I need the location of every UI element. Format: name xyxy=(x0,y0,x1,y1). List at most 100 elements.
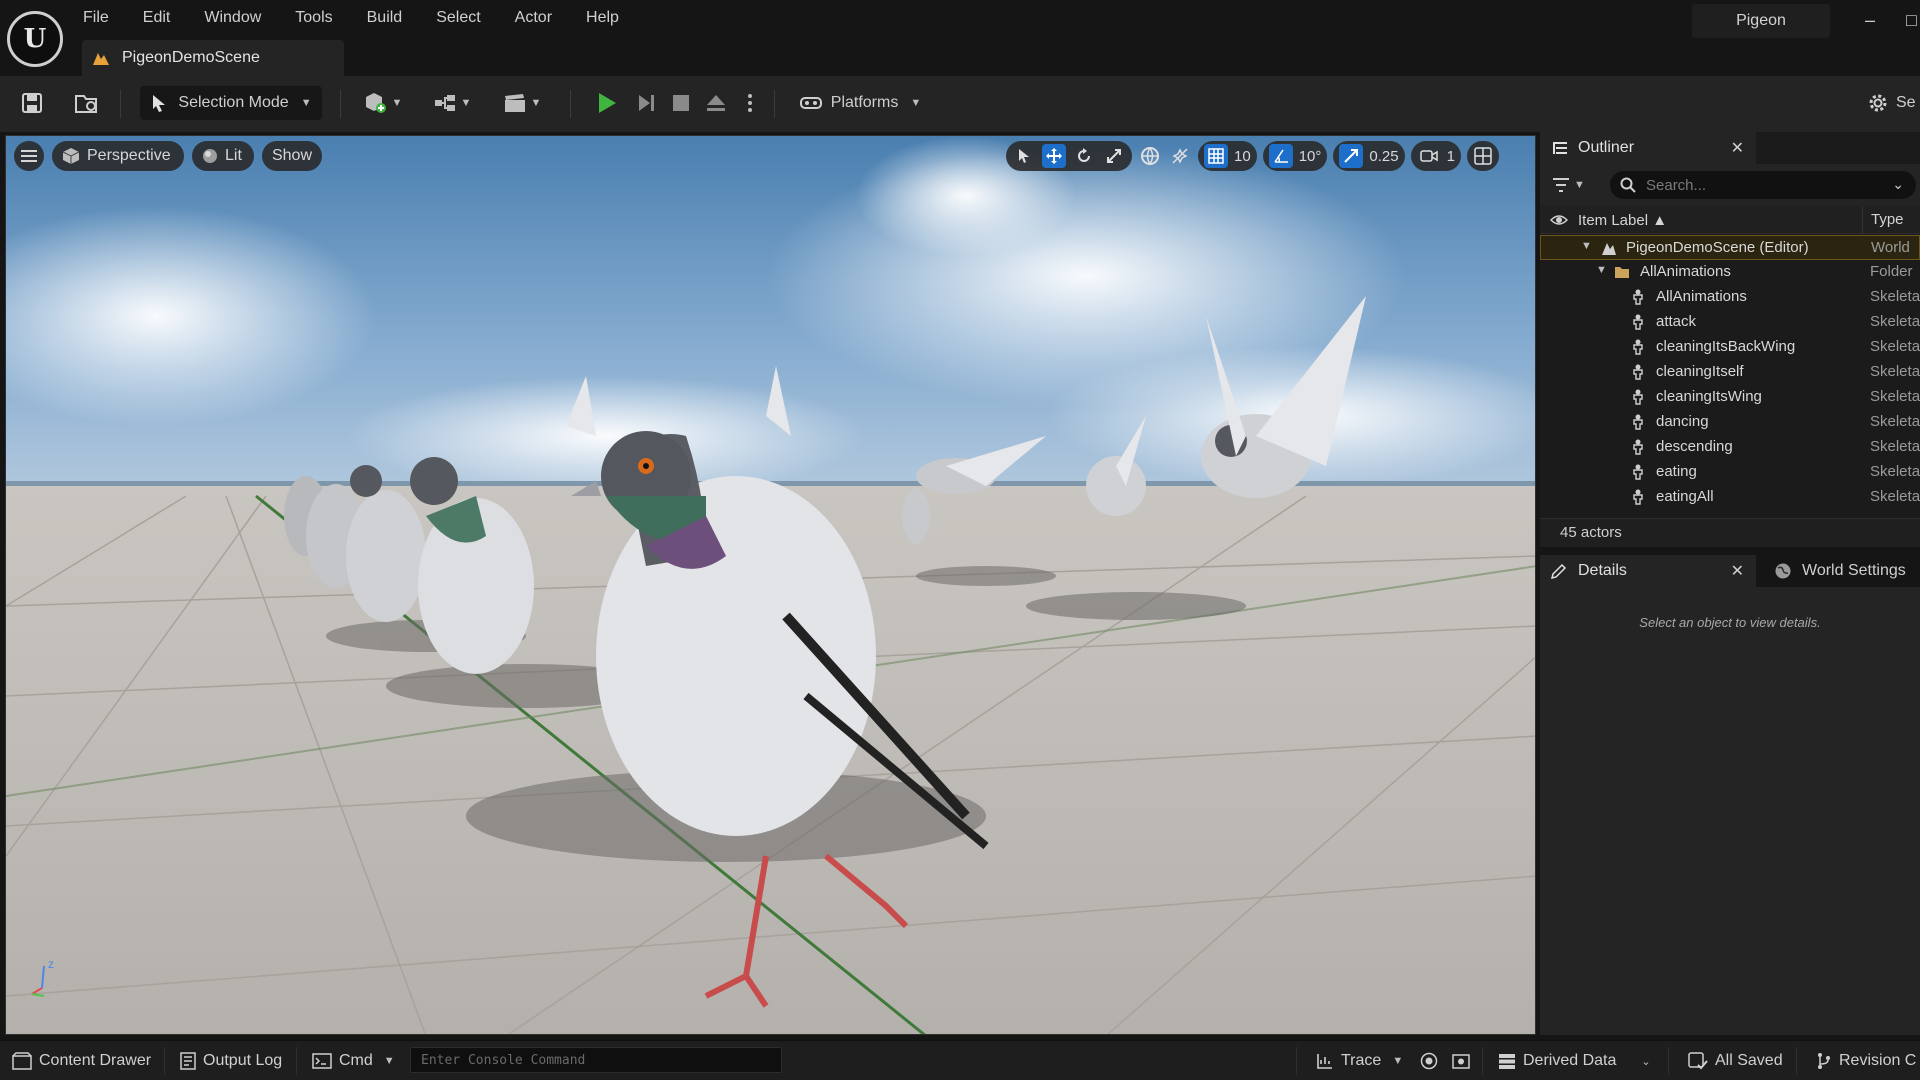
tree-row-actor[interactable]: cleaningItself Skeleta xyxy=(1540,360,1920,385)
save-status-icon xyxy=(1688,1052,1708,1070)
tree-row-actor[interactable]: descending Skeleta xyxy=(1540,435,1920,460)
rotation-snap-value[interactable]: 10° xyxy=(1299,148,1322,165)
tree-row-type: Skeleta xyxy=(1870,463,1920,480)
unreal-logo-icon[interactable]: U xyxy=(7,11,63,67)
console-command-input[interactable] xyxy=(410,1047,782,1073)
revision-control-label: Revision C xyxy=(1839,1052,1917,1069)
add-actor-icon xyxy=(365,93,386,113)
chevron-down-icon[interactable]: ⌄ xyxy=(1892,176,1904,193)
menu-select[interactable]: Select xyxy=(419,0,497,36)
advance-frame-button[interactable] xyxy=(632,86,660,120)
tree-row-actor[interactable]: attack Skeleta xyxy=(1540,310,1920,335)
play-button[interactable] xyxy=(592,86,622,120)
details-tab[interactable]: Details ✕ xyxy=(1540,555,1756,587)
menu-tools[interactable]: Tools xyxy=(278,0,349,36)
grid-snap-toggle[interactable] xyxy=(1204,144,1228,168)
tree-row-actor[interactable]: cleaningItsWing Skeleta xyxy=(1540,385,1920,410)
trace-icon xyxy=(1317,1054,1332,1069)
expand-arrow-icon[interactable]: ▼ xyxy=(1581,240,1592,252)
menu-window[interactable]: Window xyxy=(187,0,278,36)
all-saved-button[interactable]: All Saved xyxy=(1688,1041,1783,1080)
translate-tool-button[interactable] xyxy=(1042,144,1066,168)
search-input[interactable] xyxy=(1646,176,1866,194)
scale-snap-group[interactable]: 0.25 xyxy=(1333,141,1405,171)
viewport-layout-button[interactable] xyxy=(1466,141,1499,171)
level-document-tab[interactable]: PigeonDemoScene xyxy=(82,40,344,76)
world-settings-tab[interactable]: World Settings xyxy=(1762,555,1920,587)
tree-row-folder[interactable]: ▼ AllAnimations Folder xyxy=(1540,260,1920,285)
selection-mode-dropdown[interactable]: Selection Mode ▼ xyxy=(140,86,322,120)
visibility-eye-icon[interactable] xyxy=(1550,212,1568,228)
tree-row-actor[interactable]: eatingAll Skeleta xyxy=(1540,485,1920,510)
settings-button[interactable]: Se xyxy=(1866,86,1920,120)
platforms-dropdown[interactable]: Platforms ▼ xyxy=(798,86,922,120)
menu-actor[interactable]: Actor xyxy=(498,0,569,36)
outliner-tab[interactable]: Outliner ✕ xyxy=(1540,132,1756,164)
browse-icon xyxy=(75,95,97,113)
cmd-label: Cmd xyxy=(339,1052,373,1069)
close-icon[interactable]: ✕ xyxy=(1731,561,1744,581)
camera-speed-value[interactable]: 1 xyxy=(1447,148,1455,165)
camera-speed-button[interactable] xyxy=(1417,144,1441,168)
world-local-toggle[interactable] xyxy=(1138,144,1162,168)
outliner-search[interactable]: ⌄ xyxy=(1610,171,1916,199)
filter-button[interactable]: ▼ xyxy=(1552,174,1592,196)
trace-dropdown[interactable]: Trace ▼ xyxy=(1316,1041,1403,1080)
minimize-button[interactable]: – xyxy=(1858,8,1882,32)
close-icon[interactable]: ✕ xyxy=(1731,138,1744,158)
menu-file[interactable]: File xyxy=(70,0,126,36)
blueprints-button[interactable]: ▼ xyxy=(428,86,476,120)
menu-build[interactable]: Build xyxy=(350,0,420,36)
select-tool-button[interactable] xyxy=(1012,144,1036,168)
lit-sphere-icon xyxy=(203,149,217,163)
tree-row-actor[interactable]: cleaningItsBackWing Skeleta xyxy=(1540,335,1920,360)
tree-row-world[interactable]: ▼ PigeonDemoScene (Editor) World xyxy=(1540,235,1920,260)
output-log-button[interactable]: Output Log xyxy=(180,1041,282,1080)
rotation-snap-toggle[interactable] xyxy=(1268,144,1293,168)
column-type[interactable]: Type xyxy=(1862,206,1904,234)
content-drawer-button[interactable]: Content Drawer xyxy=(12,1041,151,1080)
scale-tool-button[interactable] xyxy=(1102,144,1126,168)
menu-edit[interactable]: Edit xyxy=(126,0,188,36)
layout-grid-button[interactable] xyxy=(1471,144,1495,168)
eject-button[interactable] xyxy=(702,86,730,120)
viewport-scene-image xyxy=(6,136,1535,1034)
expand-arrow-icon[interactable]: ▼ xyxy=(1596,264,1607,276)
viewport-options-button[interactable] xyxy=(14,141,44,171)
scale-snap-toggle[interactable] xyxy=(1339,144,1364,168)
tree-row-actor[interactable]: eating Skeleta xyxy=(1540,460,1920,485)
camera-speed-group[interactable]: 1 xyxy=(1410,141,1461,171)
derived-data-dropdown[interactable]: Derived Data ⌄ xyxy=(1498,1041,1651,1080)
cinematics-button[interactable]: ▼ xyxy=(498,86,546,120)
view-mode-dropdown[interactable]: Lit xyxy=(192,141,254,171)
grid-snap-value[interactable]: 10 xyxy=(1234,148,1251,165)
rotation-snap-group[interactable]: 10° xyxy=(1262,141,1328,171)
record-button[interactable] xyxy=(1420,1041,1438,1080)
tree-row-actor[interactable]: AllAnimations Skeleta xyxy=(1540,285,1920,310)
menu-help[interactable]: Help xyxy=(569,0,636,36)
rotate-tool-button[interactable] xyxy=(1072,144,1096,168)
pencil-icon xyxy=(1550,563,1567,580)
show-flags-dropdown[interactable]: Show xyxy=(262,141,322,171)
output-log-label: Output Log xyxy=(203,1052,283,1069)
screenshot-button[interactable] xyxy=(1452,1041,1470,1080)
scale-snap-value[interactable]: 0.25 xyxy=(1369,148,1398,165)
column-item-label[interactable]: Item Label ▲ xyxy=(1578,212,1667,229)
selection-mode-label: Selection Mode xyxy=(178,94,289,111)
perspective-label: Perspective xyxy=(87,147,171,164)
play-options-button[interactable] xyxy=(742,86,758,120)
add-actor-button[interactable]: ▼ xyxy=(358,86,406,120)
surface-snap-button[interactable] xyxy=(1168,144,1192,168)
level-viewport[interactable]: Perspective Lit Show 10 10° 0.25 1 z xyxy=(5,135,1536,1035)
browse-level-button[interactable] xyxy=(72,86,102,120)
save-button[interactable] xyxy=(18,86,46,120)
cmd-dropdown[interactable]: Cmd ▼ xyxy=(312,1041,395,1080)
perspective-view-dropdown[interactable]: Perspective xyxy=(52,141,184,171)
window-control-button[interactable]: □ xyxy=(1906,8,1920,32)
select-arrow-icon xyxy=(1019,149,1029,163)
tree-row-actor[interactable]: dancing Skeleta xyxy=(1540,410,1920,435)
revision-control-button[interactable]: Revision C xyxy=(1816,1041,1916,1080)
grid-snap-group[interactable]: 10 xyxy=(1198,141,1257,171)
stop-button[interactable] xyxy=(668,86,694,120)
tree-row-label: cleaningItsWing xyxy=(1656,388,1762,405)
